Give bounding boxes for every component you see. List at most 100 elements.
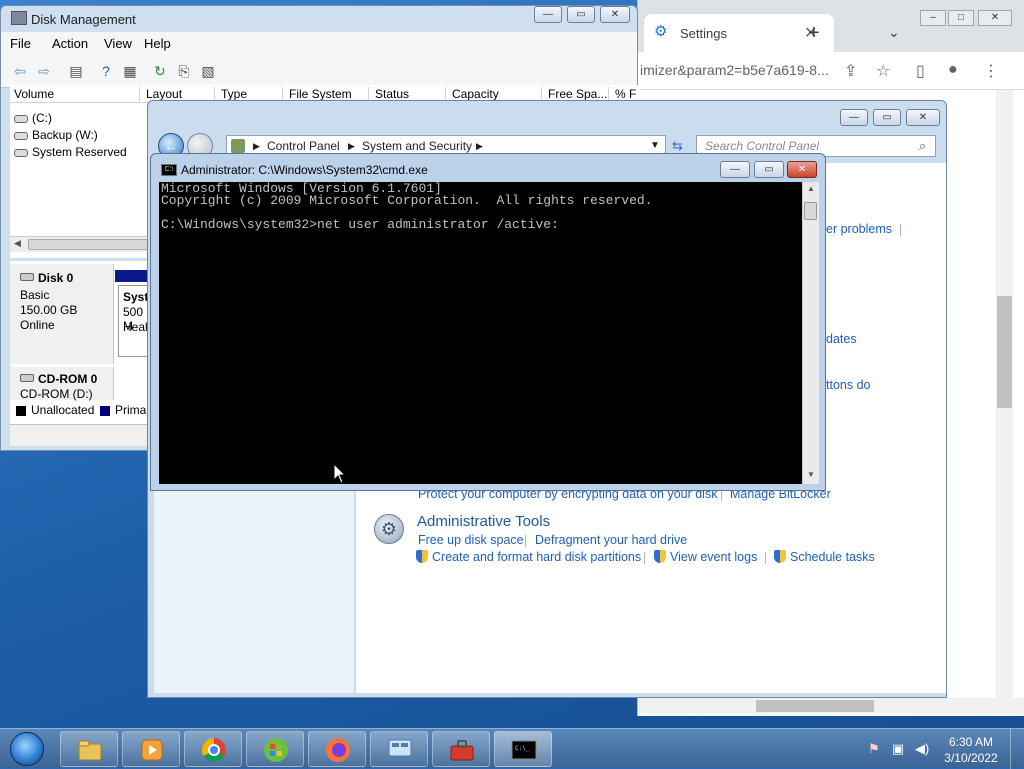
gear-icon: ⚙: [654, 23, 668, 40]
mouse-cursor-icon: [333, 463, 347, 484]
action-center-alert-icon[interactable]: ⚑: [866, 741, 882, 757]
chrome-hscroll-thumb[interactable]: [756, 700, 874, 712]
window-title: Administrator: C:\Windows\System32\cmd.e…: [181, 163, 428, 177]
minimize-button[interactable]: —: [720, 161, 750, 178]
col-volume[interactable]: Volume: [10, 87, 54, 103]
close-button[interactable]: ✕: [787, 161, 817, 178]
clock-time[interactable]: 6:30 AM: [940, 735, 1002, 749]
volume-row[interactable]: (C:): [14, 111, 52, 125]
menu-file[interactable]: File: [10, 36, 31, 51]
maximize-button[interactable]: □: [948, 10, 974, 26]
breadcrumb-system-security[interactable]: System and Security: [362, 139, 472, 153]
taskbar-windows-live-button[interactable]: [246, 731, 304, 767]
taskbar-network-button[interactable]: [370, 731, 428, 767]
side-panel-icon[interactable]: ▯: [916, 61, 925, 81]
address-dropdown-icon[interactable]: ▼: [650, 140, 660, 151]
console-scrollbar[interactable]: ▲ ▼: [802, 182, 819, 484]
forward-arrow-icon[interactable]: ⇨: [35, 62, 53, 80]
cd-drive-icon: [20, 374, 34, 382]
clock-date[interactable]: 3/10/2022: [940, 751, 1002, 765]
chevron-down-icon[interactable]: ⌄: [888, 24, 900, 41]
minimize-button[interactable]: –: [920, 10, 946, 26]
console-tree-icon[interactable]: ▤: [67, 62, 85, 80]
disk0-label[interactable]: Disk 0 Basic 150.00 GB Online: [10, 264, 114, 364]
maximize-button[interactable]: ▭: [754, 161, 784, 178]
link-create-format-partitions[interactable]: Create and format hard disk partitions: [416, 550, 641, 564]
close-button[interactable]: ✕: [906, 109, 940, 126]
chrome-tab-settings[interactable]: ⚙ Settings ✕: [644, 14, 834, 52]
help-icon[interactable]: ?: [97, 62, 115, 80]
breadcrumb-separator[interactable]: ▶: [253, 141, 260, 152]
rescan-icon[interactable]: ⎘: [175, 62, 193, 80]
bookmark-star-icon[interactable]: ☆: [876, 61, 890, 81]
start-button[interactable]: [4, 729, 50, 769]
taskbar-cmd-button[interactable]: C:\_: [494, 731, 552, 767]
link-windows-updates[interactable]: dates: [826, 332, 857, 346]
scroll-down-arrow-icon[interactable]: ▼: [807, 470, 815, 479]
close-button[interactable]: ✕: [978, 10, 1012, 26]
console-output[interactable]: Microsoft Windows [Version 6.1.7601] Cop…: [159, 182, 802, 484]
scroll-up-arrow-icon[interactable]: ▲: [807, 184, 815, 193]
cmd-window[interactable]: C:\ Administrator: C:\Windows\System32\c…: [150, 153, 826, 491]
new-tab-button[interactable]: +: [808, 22, 820, 45]
title-bar[interactable]: Disk Management — ▭ ✕: [1, 6, 637, 32]
administrative-tools-icon: ⚙: [374, 514, 404, 544]
administrative-tools-heading[interactable]: Administrative Tools: [417, 513, 550, 530]
show-desktop-button[interactable]: [1010, 729, 1024, 769]
link-separator: [765, 552, 766, 564]
maximize-button[interactable]: ▭: [567, 6, 595, 23]
console-command-line[interactable]: C:\Windows\system32>net user administrat…: [161, 217, 559, 232]
search-icon[interactable]: ⌕: [919, 138, 926, 154]
search-placeholder: Search Control Panel: [705, 139, 820, 153]
network-icon[interactable]: ▣: [890, 741, 906, 757]
menu-bar: File Action View Help: [1, 32, 637, 54]
taskbar-firefox-button[interactable]: [308, 731, 366, 767]
menu-kebab-icon[interactable]: ⋮: [983, 61, 999, 81]
properties-icon[interactable]: ▦: [121, 62, 139, 80]
taskbar-chrome-button[interactable]: [184, 731, 242, 767]
link-troubleshoot-problems[interactable]: er problems: [826, 222, 892, 236]
volume-icon[interactable]: ◀): [914, 741, 930, 757]
console-scroll-thumb[interactable]: [804, 202, 817, 220]
share-icon[interactable]: ⇪: [844, 61, 857, 81]
menu-help[interactable]: Help: [144, 36, 171, 51]
disk-legend: Unallocated Prima: [10, 402, 150, 420]
volume-row[interactable]: Backup (W:): [14, 128, 98, 142]
windows-live-icon: [264, 738, 288, 762]
drive-icon: [14, 148, 28, 157]
refresh-icon[interactable]: ⇆: [672, 138, 683, 154]
taskbar-media-player-button[interactable]: [122, 731, 180, 767]
svg-text:C:\_: C:\_: [515, 745, 530, 752]
link-view-event-logs[interactable]: View event logs: [654, 550, 757, 564]
settings-icon[interactable]: ▧: [199, 62, 217, 80]
window-title: Disk Management: [31, 12, 136, 27]
link-defragment[interactable]: Defragment your hard drive: [535, 533, 687, 547]
link-power-buttons[interactable]: ttons do: [826, 378, 870, 392]
menu-action[interactable]: Action: [52, 36, 88, 51]
scroll-left-arrow-icon[interactable]: ◀: [14, 238, 21, 249]
taskbar-explorer-button[interactable]: [60, 731, 118, 767]
cdrom0-label[interactable]: CD-ROM 0 CD-ROM (D:): [10, 367, 114, 401]
volume-row[interactable]: System Reserved: [14, 145, 127, 159]
breadcrumb-separator[interactable]: ▶: [348, 141, 355, 152]
maximize-button[interactable]: ▭: [873, 109, 901, 126]
minimize-button[interactable]: —: [840, 109, 868, 126]
close-button[interactable]: ✕: [600, 6, 630, 23]
breadcrumb-separator[interactable]: ▶: [476, 141, 483, 152]
refresh-icon[interactable]: ↻: [151, 62, 169, 80]
link-free-up-disk-space[interactable]: Free up disk space: [418, 533, 524, 547]
chrome-scroll-thumb[interactable]: [997, 296, 1012, 408]
back-arrow-icon[interactable]: ⇦: [11, 62, 29, 80]
profile-icon[interactable]: ●: [948, 61, 958, 79]
firefox-icon: [326, 738, 350, 762]
url-text[interactable]: imizer&param2=b5e7a619-8...: [640, 62, 840, 78]
uac-shield-icon: [654, 550, 666, 563]
menu-view[interactable]: View: [104, 36, 132, 51]
minimize-button[interactable]: —: [534, 6, 562, 23]
breadcrumb-control-panel[interactable]: Control Panel: [267, 139, 340, 153]
volume-list-hscroll-thumb[interactable]: [28, 239, 150, 250]
system-partition-block[interactable]: Syste 500 M Heal: [118, 285, 150, 357]
link-schedule-tasks[interactable]: Schedule tasks: [774, 550, 875, 564]
chrome-address-bar[interactable]: imizer&param2=b5e7a619-8... ⇪ ☆ ▯ ● ⋮: [638, 52, 1024, 90]
taskbar-toolbox-button[interactable]: [432, 731, 490, 767]
